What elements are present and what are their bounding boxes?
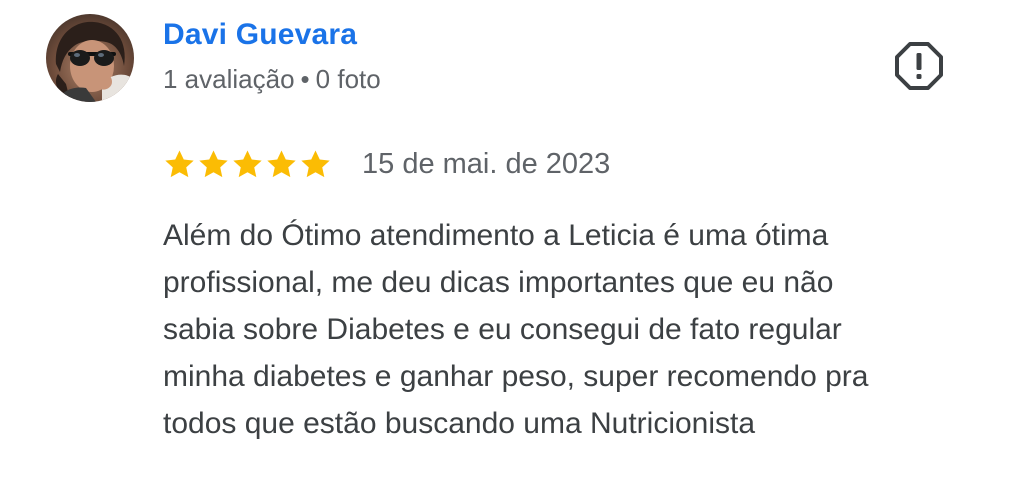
author-meta: 1 avaliação • 0 foto xyxy=(163,64,381,95)
author-name[interactable]: Davi Guevara xyxy=(163,18,357,52)
report-review-button[interactable] xyxy=(893,40,945,92)
review-text-line: Além do Ótimo atendimento a Leticia é um… xyxy=(163,219,829,252)
review-text-line: todos que estão buscando uma Nutricionis… xyxy=(163,407,756,440)
flag-report-icon xyxy=(895,42,943,90)
review-text: Além do Ótimo atendimento a Leticia é um… xyxy=(163,212,983,447)
star-icon xyxy=(301,149,330,177)
avatar[interactable] xyxy=(46,14,134,102)
review-date: 15 de mai. de 2023 xyxy=(362,147,611,180)
review-text-line: sabia sobre Diabetes e eu consegui de fa… xyxy=(163,313,842,346)
star-icon xyxy=(233,149,262,177)
star-rating xyxy=(163,148,332,181)
review-count: 1 avaliação xyxy=(163,64,295,94)
star-icon xyxy=(165,149,194,177)
review-text-line: profissional, me deu dicas importantes q… xyxy=(163,266,834,299)
star-icon xyxy=(267,149,296,177)
rating-row: 15 de mai. de 2023 xyxy=(163,146,610,182)
photo-count: 0 foto xyxy=(315,64,381,94)
meta-separator: • xyxy=(300,64,310,94)
star-icon xyxy=(199,149,228,177)
review-text-line: minha diabetes e ganhar peso, super reco… xyxy=(163,360,869,393)
review-card: Davi Guevara 1 avaliação • 0 foto 15 de ma… xyxy=(0,0,1024,478)
